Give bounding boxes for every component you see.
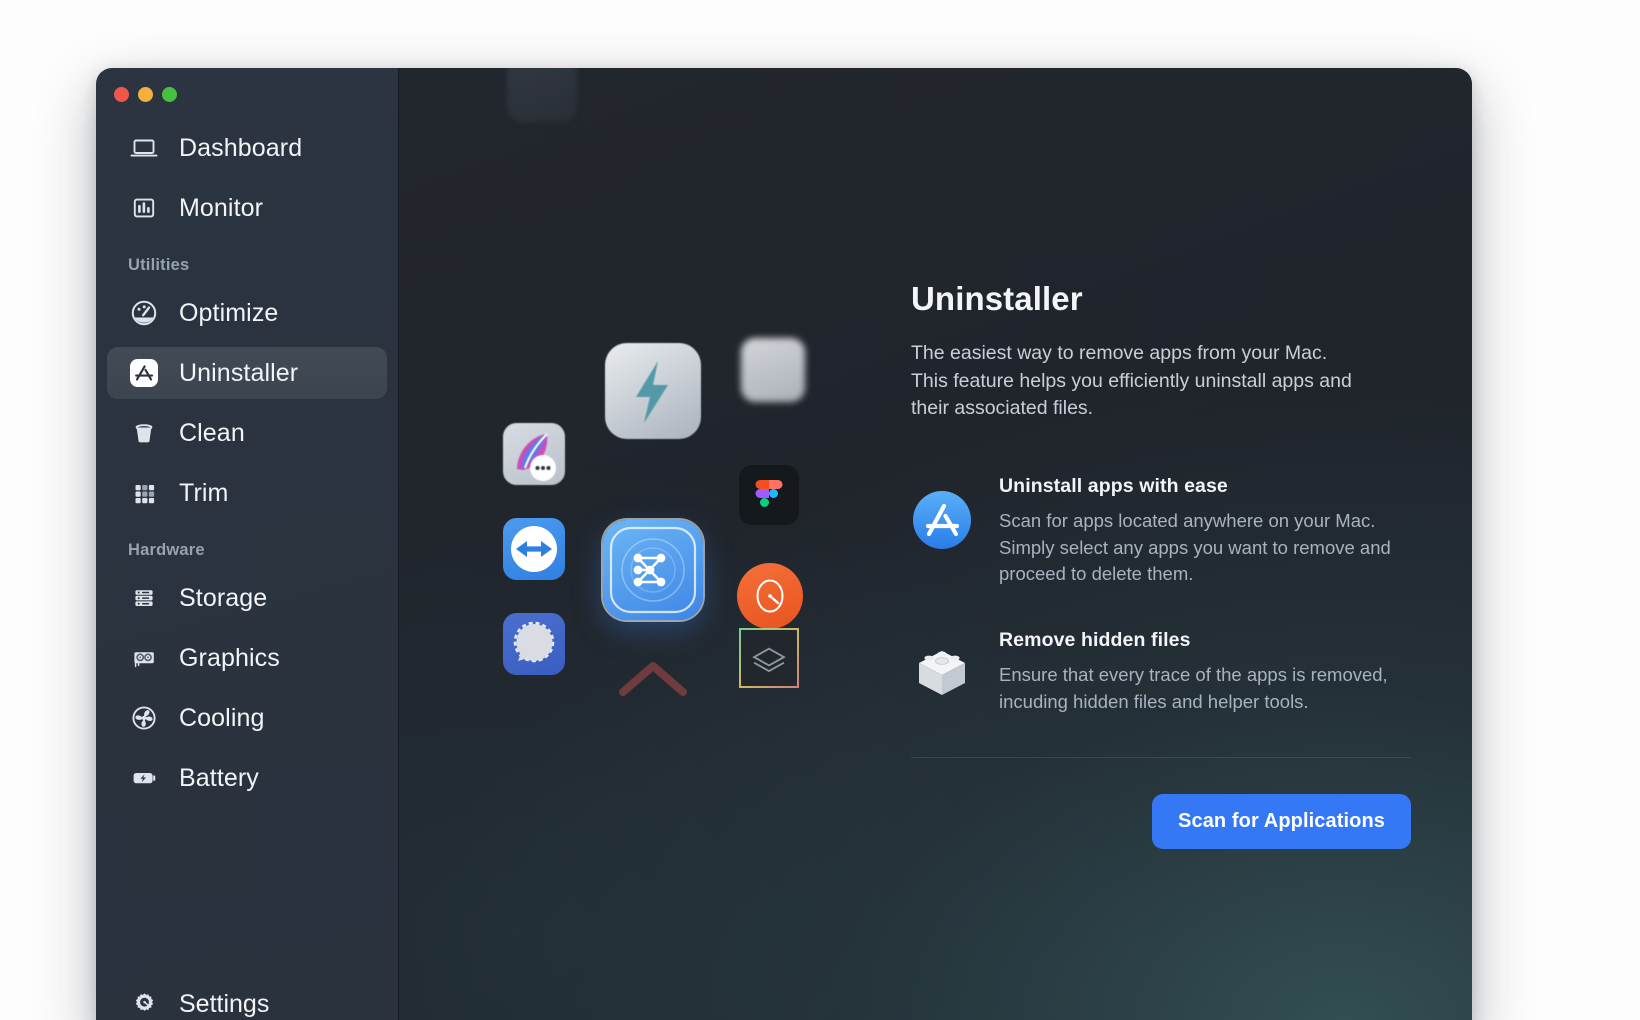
sidebar-item-label: Settings <box>179 989 270 1018</box>
feature-text: Uninstall apps with ease Scan for apps l… <box>999 475 1419 587</box>
gpu-icon <box>127 641 161 675</box>
feature-list: Uninstall apps with ease Scan for apps l… <box>911 475 1423 715</box>
page-title: Uninstaller <box>911 280 1083 317</box>
sidebar-item-label: Trim <box>179 478 229 507</box>
bar-chart-icon <box>127 191 161 225</box>
minimize-button[interactable] <box>138 87 153 102</box>
sidebar-item-battery[interactable]: Battery <box>107 752 387 804</box>
sidebar-item-graphics[interactable]: Graphics <box>107 632 387 684</box>
sidebar-item-label: Monitor <box>179 193 264 222</box>
feature-body: Ensure that every trace of the apps is r… <box>999 664 1388 712</box>
sidebar-item-monitor[interactable]: Monitor <box>107 182 387 234</box>
feather-bubble-icon <box>503 423 565 485</box>
app-store-icon <box>911 489 973 551</box>
sidebar-group-hardware: Hardware <box>128 541 205 559</box>
window-traffic-lights <box>96 68 398 102</box>
sidebar: Dashboard Monitor Utilities Optimize Uni… <box>96 68 399 1020</box>
sidebar-item-label: Optimize <box>179 298 279 327</box>
feature-item: Uninstall apps with ease Scan for apps l… <box>911 475 1423 587</box>
fan-icon <box>127 701 161 735</box>
sidebar-item-storage[interactable]: Storage <box>107 572 387 624</box>
laptop-icon <box>127 131 161 165</box>
figma-icon <box>739 465 799 525</box>
screen: Dashboard Monitor Utilities Optimize Uni… <box>0 0 1640 1020</box>
sidebar-item-trim[interactable]: Trim <box>107 467 387 519</box>
grid-icon <box>127 476 161 510</box>
sidebar-item-label: Dashboard <box>179 133 303 162</box>
feature-body: Scan for apps located anywhere on your M… <box>999 510 1391 584</box>
battery-bolt-icon <box>127 761 161 795</box>
cta-row: Scan for Applications <box>911 794 1411 850</box>
chevron-up-icon <box>607 646 699 708</box>
feature-text: Remove hidden files Ensure that every tr… <box>999 629 1419 715</box>
scan-for-applications-button[interactable]: Scan for Applications <box>1152 794 1411 850</box>
sidebar-group-utilities: Utilities <box>128 256 190 274</box>
sidebar-item-cooling[interactable]: Cooling <box>107 692 387 744</box>
sidebar-item-dashboard[interactable]: Dashboard <box>107 122 387 174</box>
sidebar-item-settings[interactable]: Settings <box>107 978 387 1020</box>
feature-title: Uninstall apps with ease <box>999 475 1228 498</box>
gauge-icon <box>737 563 803 629</box>
sidebar-item-uninstaller[interactable]: Uninstaller <box>107 347 387 399</box>
gear-icon <box>127 987 161 1020</box>
feature-item: Remove hidden files Ensure that every tr… <box>911 629 1423 715</box>
sidebar-item-label: Storage <box>179 583 268 612</box>
sidebar-item-label: Battery <box>179 763 259 792</box>
blank-icon <box>507 68 577 122</box>
sidebar-item-label: Uninstaller <box>179 358 299 387</box>
zoom-button[interactable] <box>162 87 177 102</box>
sidebar-nav: Dashboard Monitor Utilities Optimize Uni… <box>96 122 398 804</box>
app-window: Dashboard Monitor Utilities Optimize Uni… <box>96 68 1472 1020</box>
layers-icon <box>739 628 799 688</box>
sidebar-item-label: Cooling <box>179 703 265 732</box>
server-icon <box>127 581 161 615</box>
uninstaller-panel: Uninstaller The easiest way to remove ap… <box>911 280 1423 850</box>
page-description: The easiest way to remove apps from your… <box>911 342 1352 420</box>
sidebar-item-clean[interactable]: Clean <box>107 407 387 459</box>
bolt-icon <box>605 343 701 439</box>
feature-title: Remove hidden files <box>999 629 1191 652</box>
sidebar-item-label: Graphics <box>179 643 280 672</box>
trash-icon <box>127 416 161 450</box>
node-graph-icon <box>603 520 703 620</box>
main-content: Uninstaller The easiest way to remove ap… <box>399 68 1472 1020</box>
package-brick-icon <box>911 643 973 705</box>
sidebar-item-optimize[interactable]: Optimize <box>107 287 387 339</box>
app-store-icon <box>127 356 161 390</box>
sidebar-item-label: Clean <box>179 418 245 447</box>
speedometer-icon <box>127 296 161 330</box>
panel-divider <box>911 757 1411 759</box>
blank-icon <box>741 338 805 402</box>
close-button[interactable] <box>114 87 129 102</box>
speech-bubble-icon <box>503 613 565 675</box>
double-arrow-icon <box>503 518 565 580</box>
